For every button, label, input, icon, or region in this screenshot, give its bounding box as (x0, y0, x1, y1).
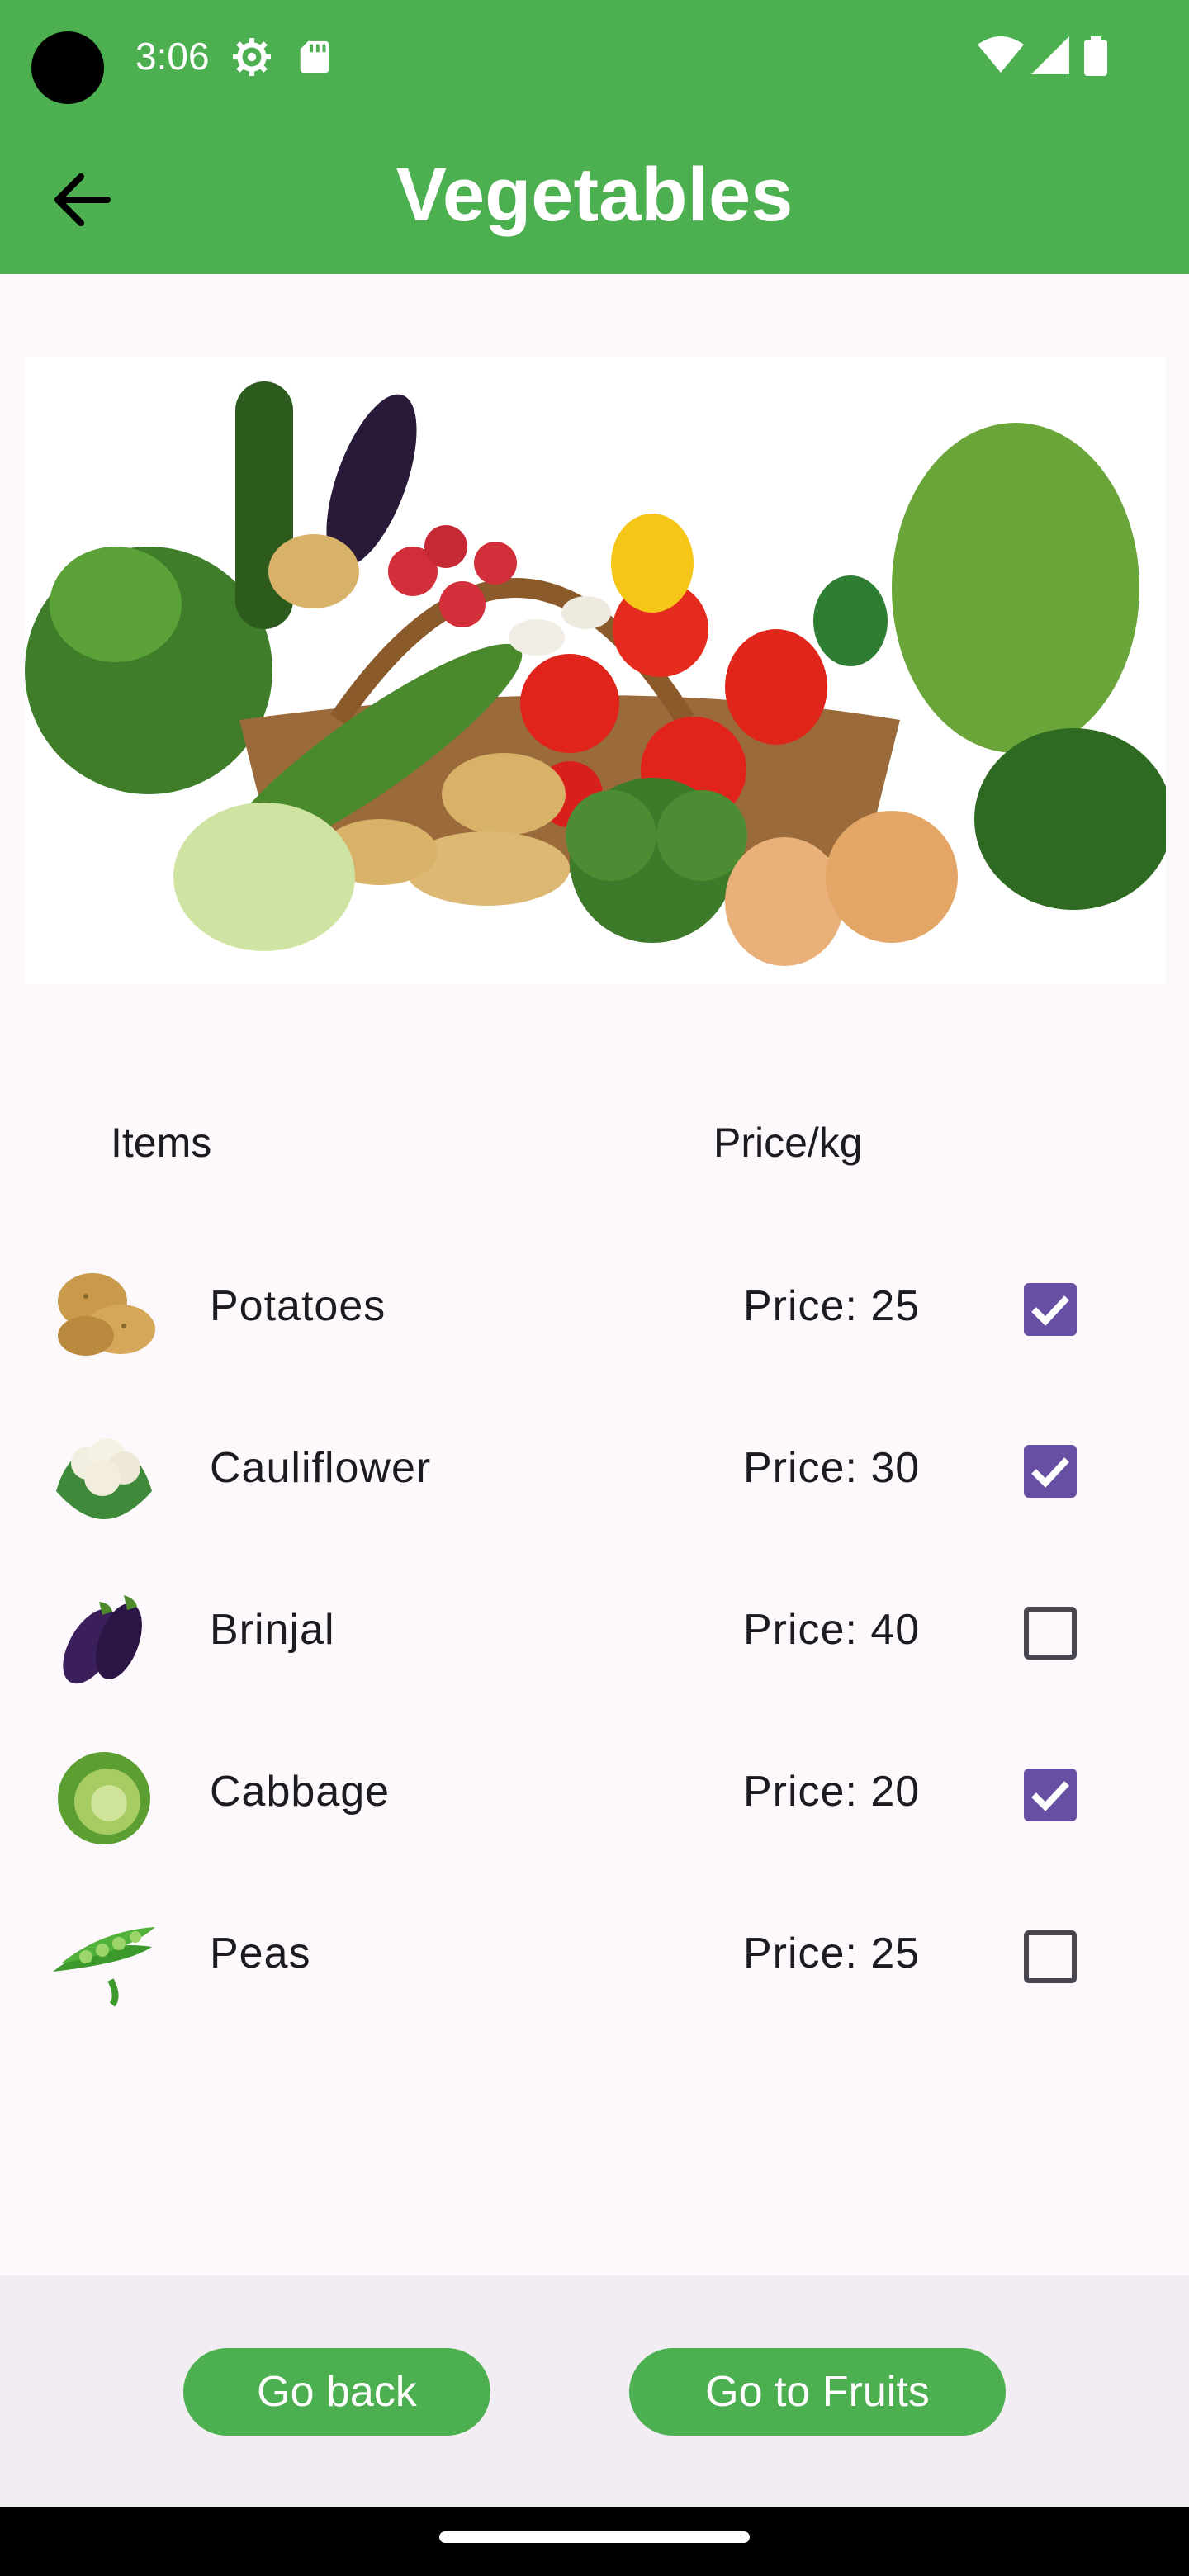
item-price: Price: 25 (743, 1930, 921, 1977)
item-name: Peas (210, 1930, 311, 1977)
list-item: Cauliflower Price: 30 (0, 1395, 1189, 1557)
item-checkbox[interactable] (1024, 1769, 1077, 1821)
check-icon (1031, 1295, 1069, 1326)
system-navigation-bar (0, 2507, 1189, 2576)
go-to-fruits-button[interactable]: Go to Fruits (629, 2348, 1006, 2436)
check-icon (1031, 1781, 1069, 1811)
status-bar: 3:06 (0, 0, 1189, 116)
home-gesture-handle[interactable] (439, 2531, 750, 2543)
item-name: Cabbage (210, 1768, 391, 1816)
potato-icon (58, 1273, 155, 1356)
item-name: Cauliflower (210, 1444, 432, 1492)
item-checkbox[interactable] (1024, 1283, 1077, 1336)
item-price: Price: 20 (743, 1768, 921, 1816)
list-item: Peas Price: 25 (0, 1881, 1189, 2043)
peas-icon (53, 1927, 155, 2007)
item-checkbox[interactable] (1024, 1607, 1077, 1660)
signal-icon (1031, 36, 1069, 74)
list-item: Brinjal Price: 40 (0, 1557, 1189, 1719)
item-checkbox[interactable] (1024, 1445, 1077, 1498)
wifi-icon (978, 36, 1024, 73)
go-back-button[interactable]: Go back (183, 2348, 490, 2436)
column-header-price: Price/kg (713, 1120, 863, 1166)
bottom-button-bar: Go back Go to Fruits (0, 2275, 1189, 2507)
check-icon (1031, 1457, 1069, 1488)
page-title: Vegetables (396, 153, 793, 237)
battery-icon (1084, 36, 1107, 76)
list-item: Cabbage Price: 20 (0, 1719, 1189, 1881)
item-price: Price: 40 (743, 1606, 921, 1654)
status-time: 3:06 (135, 35, 210, 78)
list-item: Potatoes Price: 25 (0, 1234, 1189, 1395)
item-price: Price: 30 (743, 1444, 921, 1492)
sd-card-icon (300, 40, 329, 73)
app-bar: Vegetables (0, 116, 1189, 274)
gear-icon (233, 38, 271, 76)
cauliflower-icon (56, 1438, 152, 1519)
item-name: Potatoes (210, 1282, 386, 1330)
column-header-items: Items (111, 1120, 212, 1166)
item-price: Price: 25 (743, 1282, 921, 1330)
item-name: Brinjal (210, 1606, 335, 1654)
cabbage-icon (58, 1752, 150, 1844)
brinjal-icon (63, 1595, 142, 1684)
hero-image (25, 357, 1166, 984)
camera-cutout (31, 31, 104, 104)
item-checkbox[interactable] (1024, 1930, 1077, 1983)
